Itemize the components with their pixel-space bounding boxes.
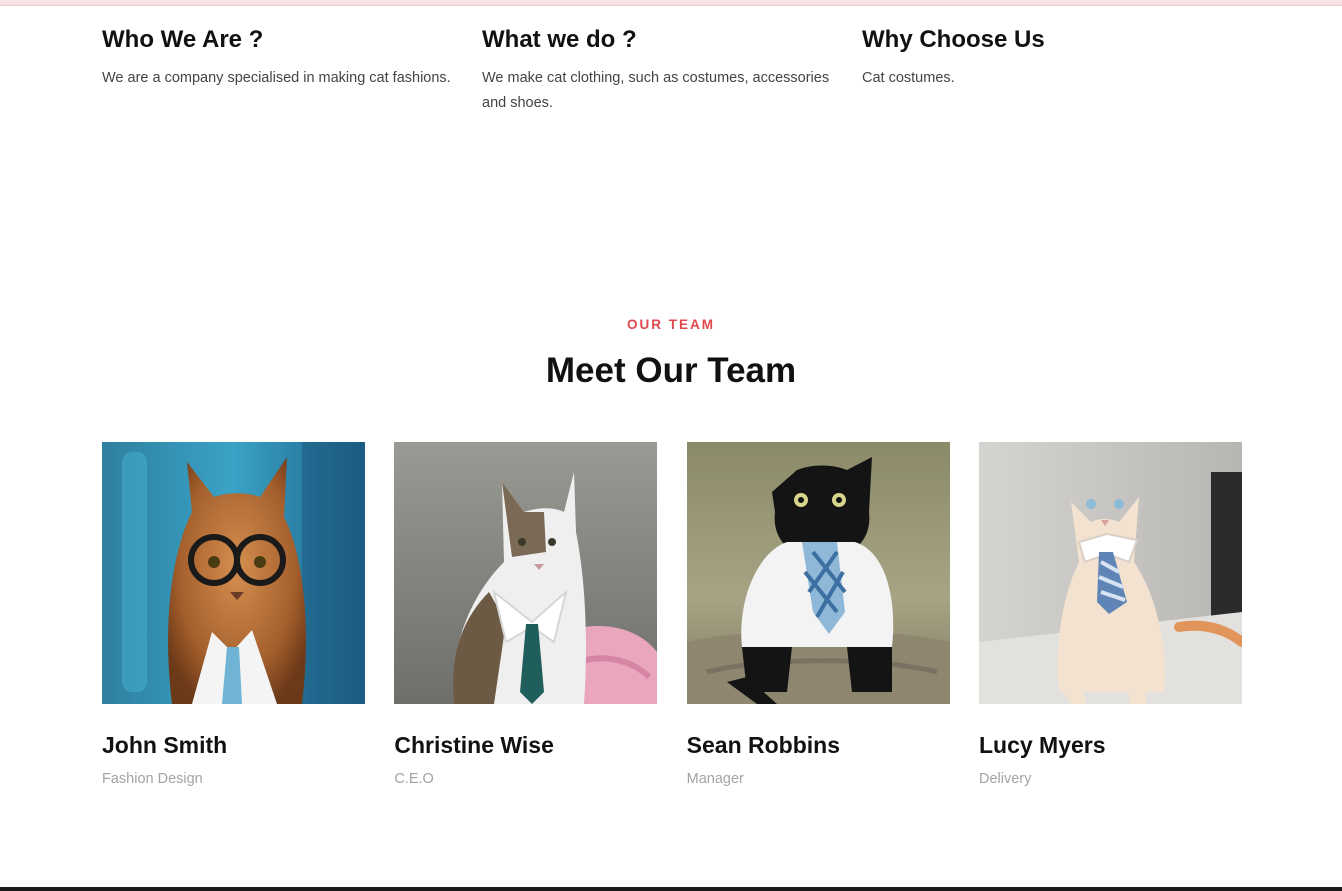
member-photo: [394, 442, 658, 704]
team-title: Meet Our Team: [545, 351, 797, 390]
member-photo: [686, 442, 950, 704]
member-name: Sean Robbins: [686, 732, 841, 758]
member-role: Fashion Design: [102, 771, 203, 787]
team-grid: John Smith Fashion Design Christine Wise…: [102, 442, 1242, 789]
about-why-choose-us: Why Choose Us Cat costumes.: [862, 24, 1242, 116]
about-what-we-do: What we do ? We make cat clothing, such …: [482, 24, 862, 116]
team-member-card: John Smith Fashion Design: [102, 442, 365, 789]
member-role: C.E.O: [394, 771, 434, 787]
about-text: We are a company specialised in making c…: [102, 70, 451, 86]
about-who-we-are: Who We Are ? We are a company specialise…: [102, 24, 482, 116]
team-eyebrow: OUR TEAM: [627, 317, 715, 332]
member-name: Lucy Myers: [978, 732, 1106, 758]
member-name: John Smith: [102, 732, 228, 758]
member-photo: [102, 442, 365, 704]
team-header: OUR TEAM Meet Our Team: [0, 316, 1342, 392]
about-text: We make cat clothing, such as costumes, …: [482, 70, 830, 111]
member-photo: [978, 442, 1242, 704]
team-member-card: Christine Wise C.E.O: [394, 442, 658, 789]
top-strip: [0, 0, 1342, 6]
about-section: Who We Are ? We are a company specialise…: [102, 24, 1242, 116]
team-member-card: Lucy Myers Delivery: [978, 442, 1242, 789]
member-role: Delivery: [978, 771, 1032, 787]
about-heading: Why Choose Us: [862, 26, 1045, 53]
member-role: Manager: [686, 771, 744, 787]
about-heading: What we do ?: [482, 26, 637, 53]
team-member-card: Sean Robbins Manager: [686, 442, 950, 789]
footer-top-border: [0, 887, 1342, 891]
about-heading: Who We Are ?: [102, 26, 264, 53]
member-name: Christine Wise: [394, 732, 554, 758]
about-text: Cat costumes.: [862, 70, 955, 86]
